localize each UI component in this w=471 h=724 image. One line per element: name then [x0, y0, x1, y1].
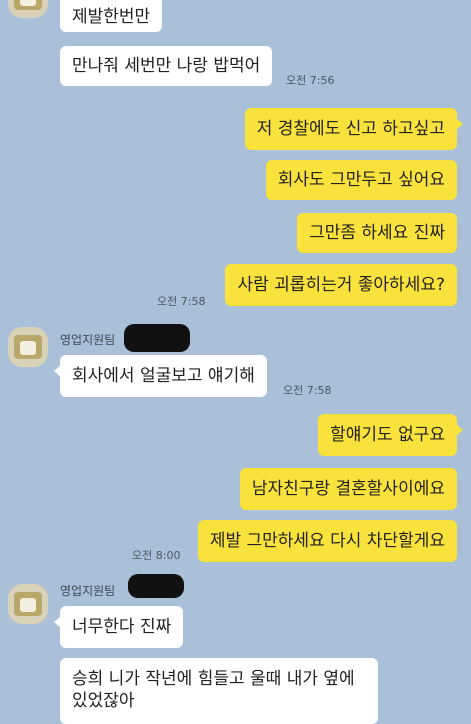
message-timestamp: 오전 7:58 [157, 295, 206, 308]
message-text: 사람 괴롭히는거 좋아하세요? [237, 275, 445, 295]
message-text: 너무한다 진짜 [72, 617, 172, 637]
message-timestamp: 오전 7:58 [283, 384, 332, 397]
message-timestamp: 오전 8:00 [132, 549, 181, 562]
message-text: 그만좀 하세요 진짜 [309, 223, 445, 243]
sender-avatar[interactable] [8, 584, 48, 624]
message-text-line: 승희 니가 작년에 힘들고 울때 내가 옆에 [72, 669, 355, 689]
message-outgoing[interactable]: 회사도 그만두고 싶어요 [265, 160, 457, 200]
message-text: 회사에서 얼굴보고 얘기해 [72, 366, 255, 386]
message-text: 저 경찰에도 신고 하고싶고 [256, 119, 445, 139]
message-outgoing[interactable]: 제발 그만하세요 다시 차단할게요 [197, 520, 457, 562]
message-text: 제발한번만 [72, 7, 151, 27]
message-text-line: 있었잖아 [72, 691, 135, 711]
message-text: 만나줘 세번만 나랑 밥먹어 [72, 56, 261, 76]
message-outgoing[interactable]: 그만좀 하세요 진짜 [297, 213, 457, 253]
message-timestamp: 오전 7:56 [286, 74, 335, 87]
message-outgoing[interactable]: 할얘기도 없구요 [318, 414, 463, 456]
message-text: 할얘기도 없구요 [330, 425, 445, 445]
message-incoming[interactable]: 제발한번만 [60, 0, 163, 32]
sender-avatar[interactable] [8, 327, 48, 367]
message-text: 회사도 그만두고 싶어요 [277, 170, 445, 190]
message-incoming[interactable]: 너무한다 진짜 [53, 606, 184, 648]
message-outgoing[interactable]: 사람 괴롭히는거 좋아하세요? [225, 264, 457, 306]
sender-avatar[interactable] [8, 0, 48, 18]
sender-name: 영업지원팀 [60, 584, 116, 598]
message-outgoing[interactable]: 남자친구랑 결혼할사이에요 [239, 468, 457, 510]
message-incoming[interactable]: 승희 니가 작년에 힘들고 울때 내가 옆에 있었잖아 [60, 658, 378, 724]
message-outgoing[interactable]: 저 경찰에도 신고 하고싶고 [244, 108, 464, 150]
message-text: 제발 그만하세요 다시 차단할게요 [209, 531, 445, 551]
message-text: 남자친구랑 결혼할사이에요 [251, 479, 445, 499]
redaction-mark [128, 574, 184, 598]
redaction-mark [124, 324, 190, 352]
message-incoming[interactable]: 만나줘 세번만 나랑 밥먹어 [60, 46, 273, 86]
message-incoming[interactable]: 회사에서 얼굴보고 얘기해 [54, 355, 267, 397]
chat-area: 제발한번만 만나줘 세번만 나랑 밥먹어 오전 7:56 저 경찰에도 신고 하… [0, 0, 471, 724]
sender-name: 영업지원팀 [60, 333, 116, 347]
